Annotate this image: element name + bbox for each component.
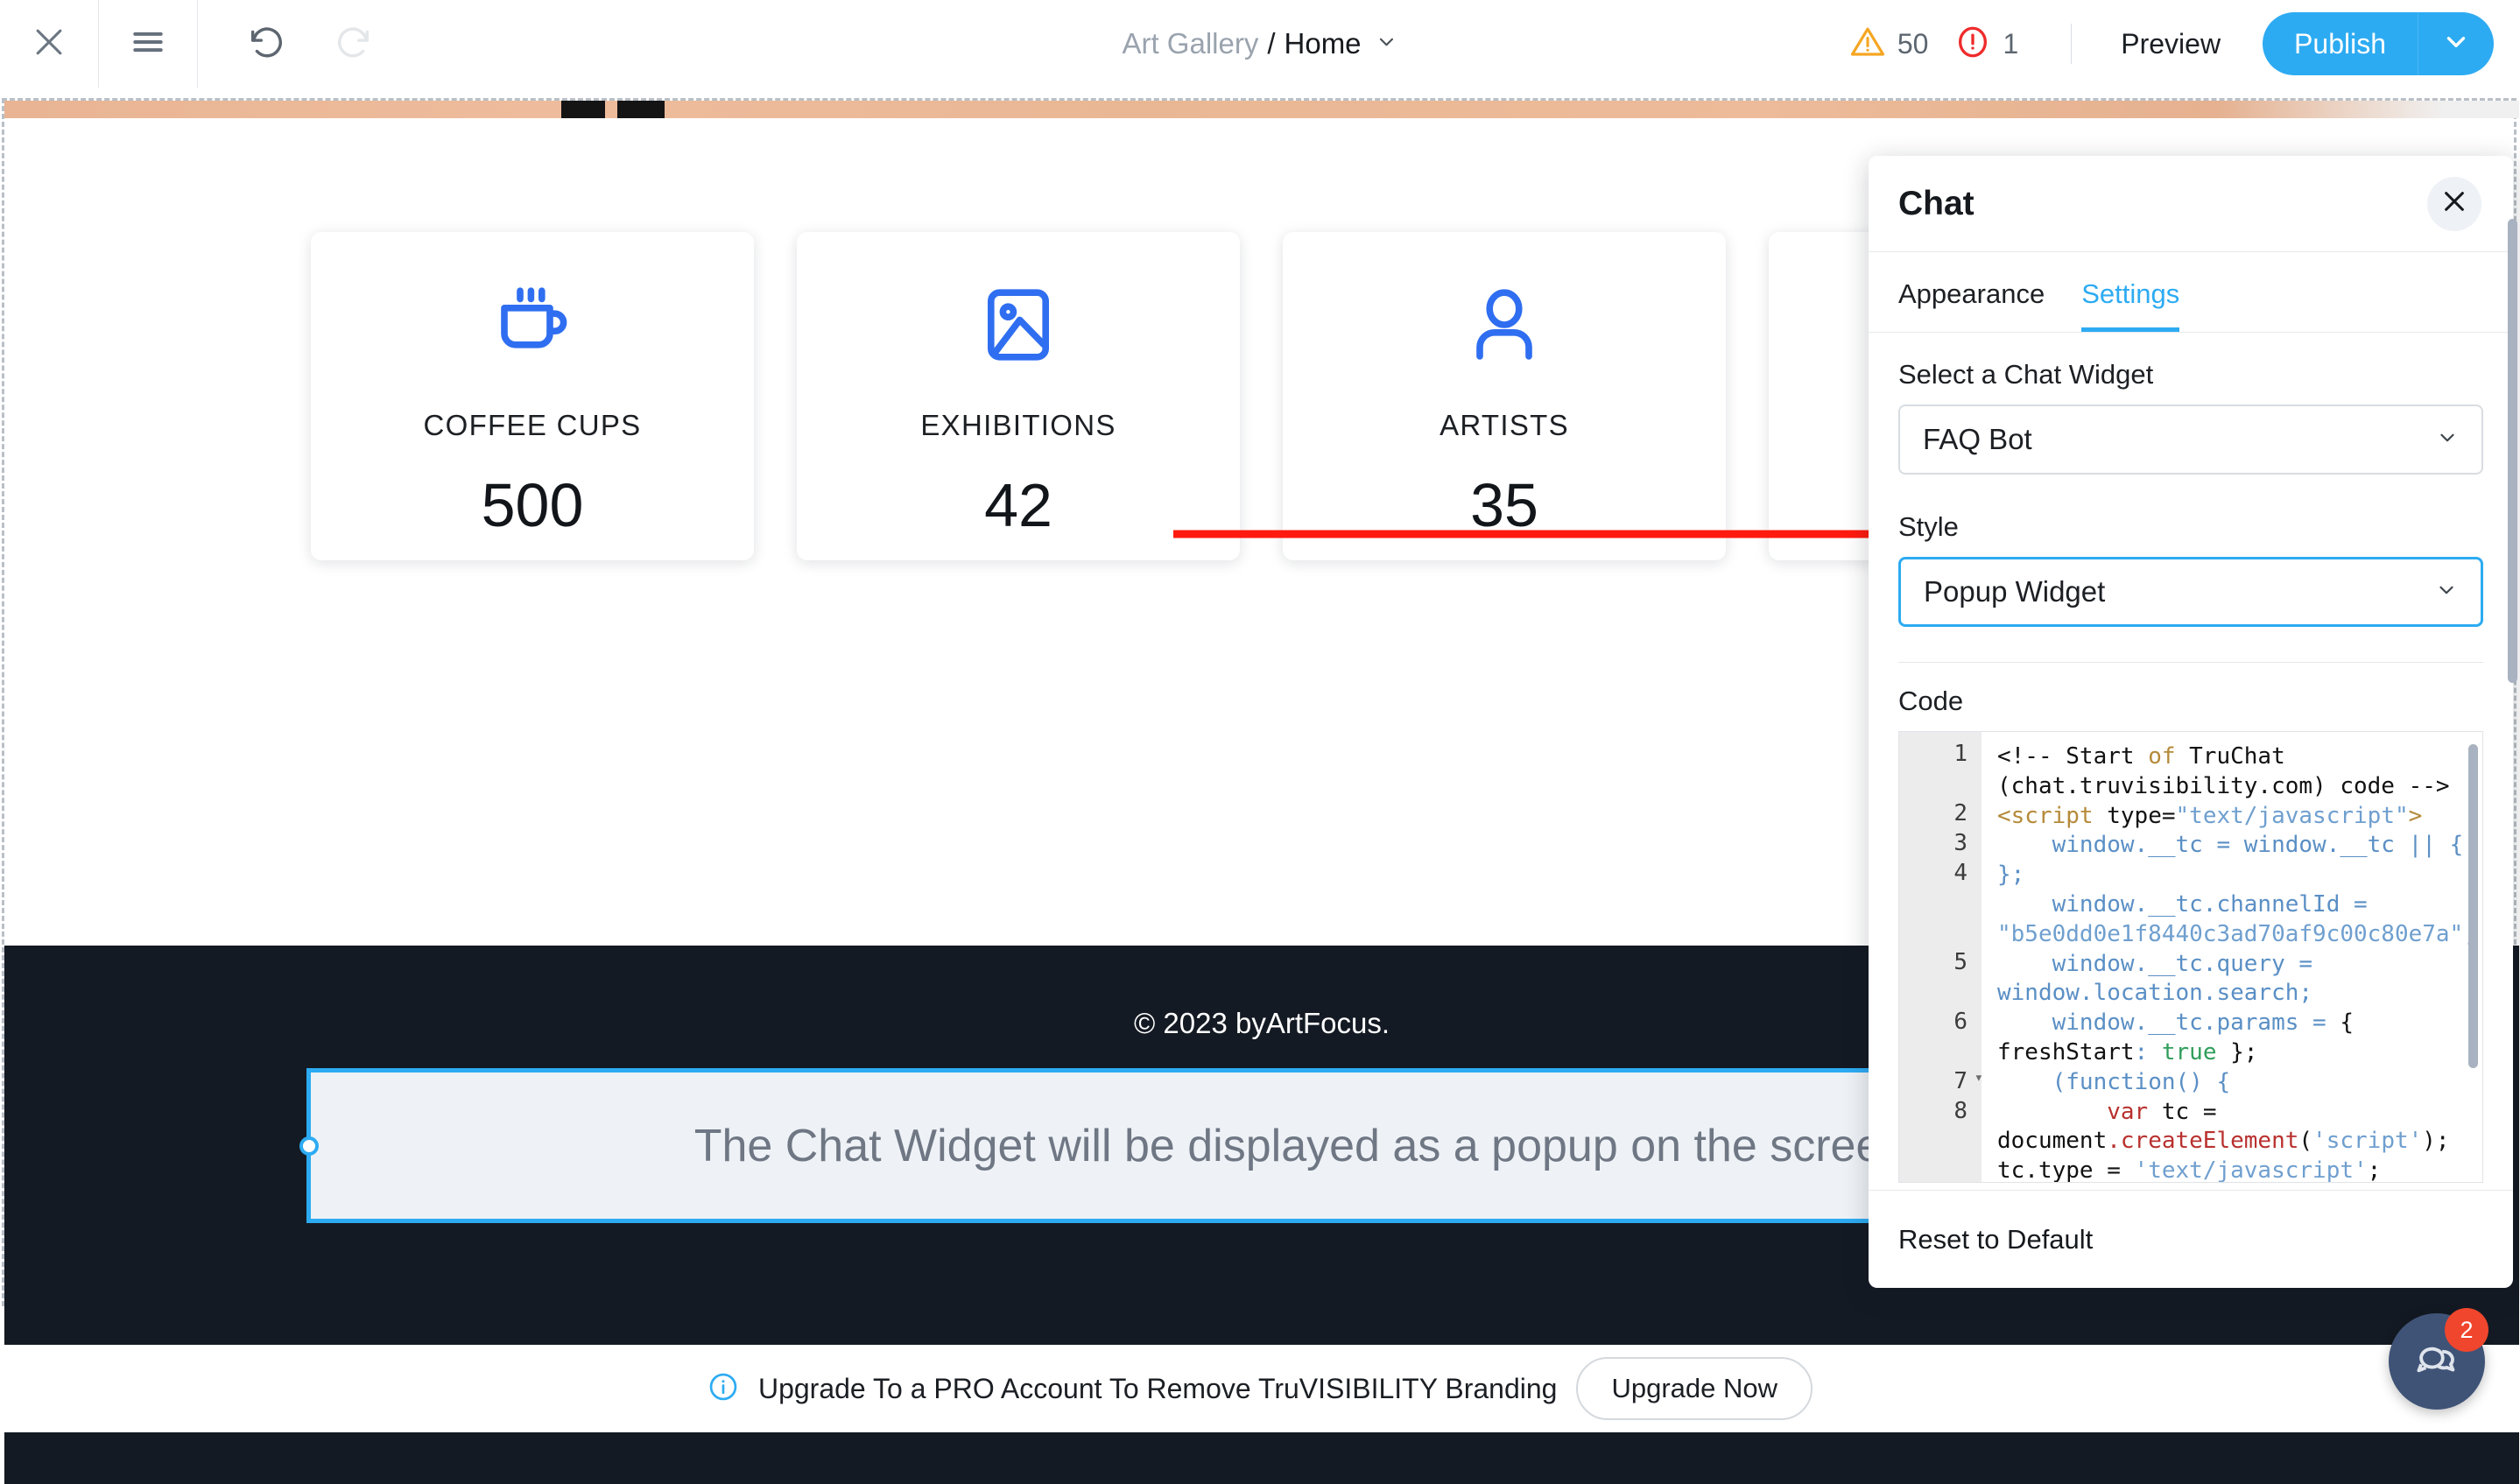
menu-button[interactable]: [99, 0, 197, 88]
reset-to-default-button[interactable]: Reset to Default: [1898, 1224, 2093, 1255]
line-number: 3: [1899, 832, 1982, 862]
chat-unread-badge: 2: [2445, 1308, 2488, 1352]
bottom-upgrade-bar: Upgrade To a PRO Account To Remove TruVI…: [0, 1345, 2520, 1432]
code-scrollbar[interactable]: [2468, 744, 2478, 1068]
stat-card-exhibitions[interactable]: EXHIBITIONS 42: [797, 232, 1240, 560]
warnings-indicator[interactable]: 50: [1849, 24, 1929, 65]
close-icon: [30, 23, 68, 66]
chat-panel-header: Chat: [1869, 156, 2513, 252]
chevron-down-icon: [2436, 423, 2459, 456]
select-widget-label: Select a Chat Widget: [1898, 359, 2483, 390]
chat-settings-panel: Chat Appearance Settings Select a Chat W…: [1869, 156, 2513, 1288]
line-number: [1899, 1040, 1982, 1070]
publish-button[interactable]: Publish: [2263, 12, 2418, 75]
hamburger-menu-icon: [129, 23, 167, 66]
breadcrumb[interactable]: Art Gallery / Home: [1122, 27, 1397, 60]
preview-button[interactable]: Preview: [2098, 28, 2243, 60]
select-widget-value: FAQ Bot: [1923, 423, 2436, 456]
line-number: 8: [1899, 1100, 1982, 1129]
tab-settings[interactable]: Settings: [2081, 278, 2179, 332]
annotation-arrow: [1173, 528, 1922, 538]
stat-card-value: 42: [984, 470, 1052, 540]
upgrade-now-button[interactable]: Upgrade Now: [1576, 1357, 1813, 1420]
line-number: 2: [1899, 802, 1982, 832]
line-number: 5: [1899, 951, 1982, 981]
warnings-count: 50: [1897, 28, 1929, 60]
line-number: [1899, 772, 1982, 802]
top-toolbar: Art Gallery / Home 50: [0, 0, 2520, 88]
errors-indicator[interactable]: 1: [1954, 24, 2018, 65]
breadcrumb-site: Art Gallery: [1122, 27, 1258, 60]
coffee-cup-icon: [490, 278, 574, 372]
line-number: 4: [1899, 862, 1982, 891]
stat-card-value: 500: [482, 470, 584, 540]
errors-count: 1: [2003, 28, 2018, 60]
chat-widget-fab[interactable]: 2: [2389, 1313, 2485, 1410]
stat-card-label: EXHIBITIONS: [920, 409, 1116, 442]
stat-card-artists[interactable]: ARTISTS 35: [1283, 232, 1726, 560]
toolbar-right-controls: 50 1 Preview Publish: [1849, 0, 2494, 88]
publish-dropdown-button[interactable]: [2418, 12, 2494, 75]
stat-card-label: ARTISTS: [1439, 409, 1569, 442]
upgrade-message: Upgrade To a PRO Account To Remove TruVI…: [758, 1373, 1558, 1405]
close-icon: [2440, 187, 2468, 220]
stat-card-coffee-cups[interactable]: COFFEE CUPS 500: [311, 232, 754, 560]
history-controls: [198, 12, 385, 75]
hero-image-strip[interactable]: [4, 101, 2519, 118]
line-number-foldable[interactable]: 7: [1899, 1070, 1982, 1100]
style-dropdown[interactable]: Popup Widget: [1898, 557, 2483, 627]
line-number: [1899, 891, 1982, 921]
style-value: Popup Widget: [1924, 575, 2435, 608]
code-line-numbers: 1 2 3 4 5 6 7 8: [1899, 732, 1982, 1182]
breadcrumb-page: Home: [1285, 27, 1362, 60]
resize-handle-left[interactable]: [299, 1136, 319, 1156]
chat-panel-body: Select a Chat Widget FAQ Bot Style Popup…: [1869, 333, 2513, 1190]
hero-image-detail-left: [561, 101, 605, 118]
chat-widget-placeholder-inner: The Chat Widget will be displayed as a p…: [315, 1077, 2084, 1214]
field-spacer: [1898, 475, 2483, 511]
tab-appearance[interactable]: Appearance: [1898, 278, 2045, 332]
panel-scrollbar[interactable]: [2508, 219, 2517, 683]
stat-card-label: COFFEE CUPS: [424, 409, 642, 442]
style-label: Style: [1898, 511, 2483, 543]
select-widget-dropdown[interactable]: FAQ Bot: [1898, 404, 2483, 475]
chat-panel-title: Chat: [1898, 185, 2427, 223]
person-icon: [1462, 278, 1546, 372]
redo-button[interactable]: [322, 12, 385, 75]
line-number: [1899, 981, 1982, 1010]
line-number: 1: [1899, 742, 1982, 772]
line-number: [1899, 1129, 1982, 1159]
undo-icon: [246, 22, 286, 67]
chevron-down-icon[interactable]: [1376, 27, 1398, 60]
close-editor-button[interactable]: [0, 0, 98, 88]
line-number: 6: [1899, 1010, 1982, 1040]
warning-icon: [1849, 24, 1886, 65]
redo-icon: [334, 22, 374, 67]
code-content[interactable]: <!-- Start of TruChat (chat.truvisibilit…: [1982, 732, 2482, 1182]
publish-control: Publish: [2263, 12, 2494, 75]
breadcrumb-separator: /: [1267, 27, 1275, 60]
chat-panel-tabs: Appearance Settings: [1869, 252, 2513, 333]
section-divider: [1898, 662, 2483, 663]
hero-image-detail-right: [617, 101, 665, 118]
error-icon: [1954, 24, 1991, 65]
code-editor[interactable]: 1 2 3 4 5 6 7 8 <!-- Start of TruChat (c…: [1898, 731, 2483, 1183]
code-label: Code: [1898, 686, 2483, 717]
chat-widget-placeholder-text: The Chat Widget will be displayed as a p…: [493, 1120, 1907, 1172]
chat-panel-close-button[interactable]: [2427, 177, 2481, 231]
undo-button[interactable]: [235, 12, 298, 75]
chevron-down-icon: [2441, 27, 2471, 61]
info-icon: [707, 1371, 739, 1407]
chat-widget-placeholder-block[interactable]: The Chat Widget will be displayed as a p…: [306, 1068, 2093, 1223]
toolbar-divider-3: [2071, 24, 2072, 64]
line-number: [1899, 1159, 1982, 1183]
chevron-down-icon: [2435, 575, 2458, 608]
image-icon: [976, 278, 1060, 372]
chat-panel-footer: Reset to Default: [1869, 1190, 2513, 1288]
line-number: [1899, 921, 1982, 951]
